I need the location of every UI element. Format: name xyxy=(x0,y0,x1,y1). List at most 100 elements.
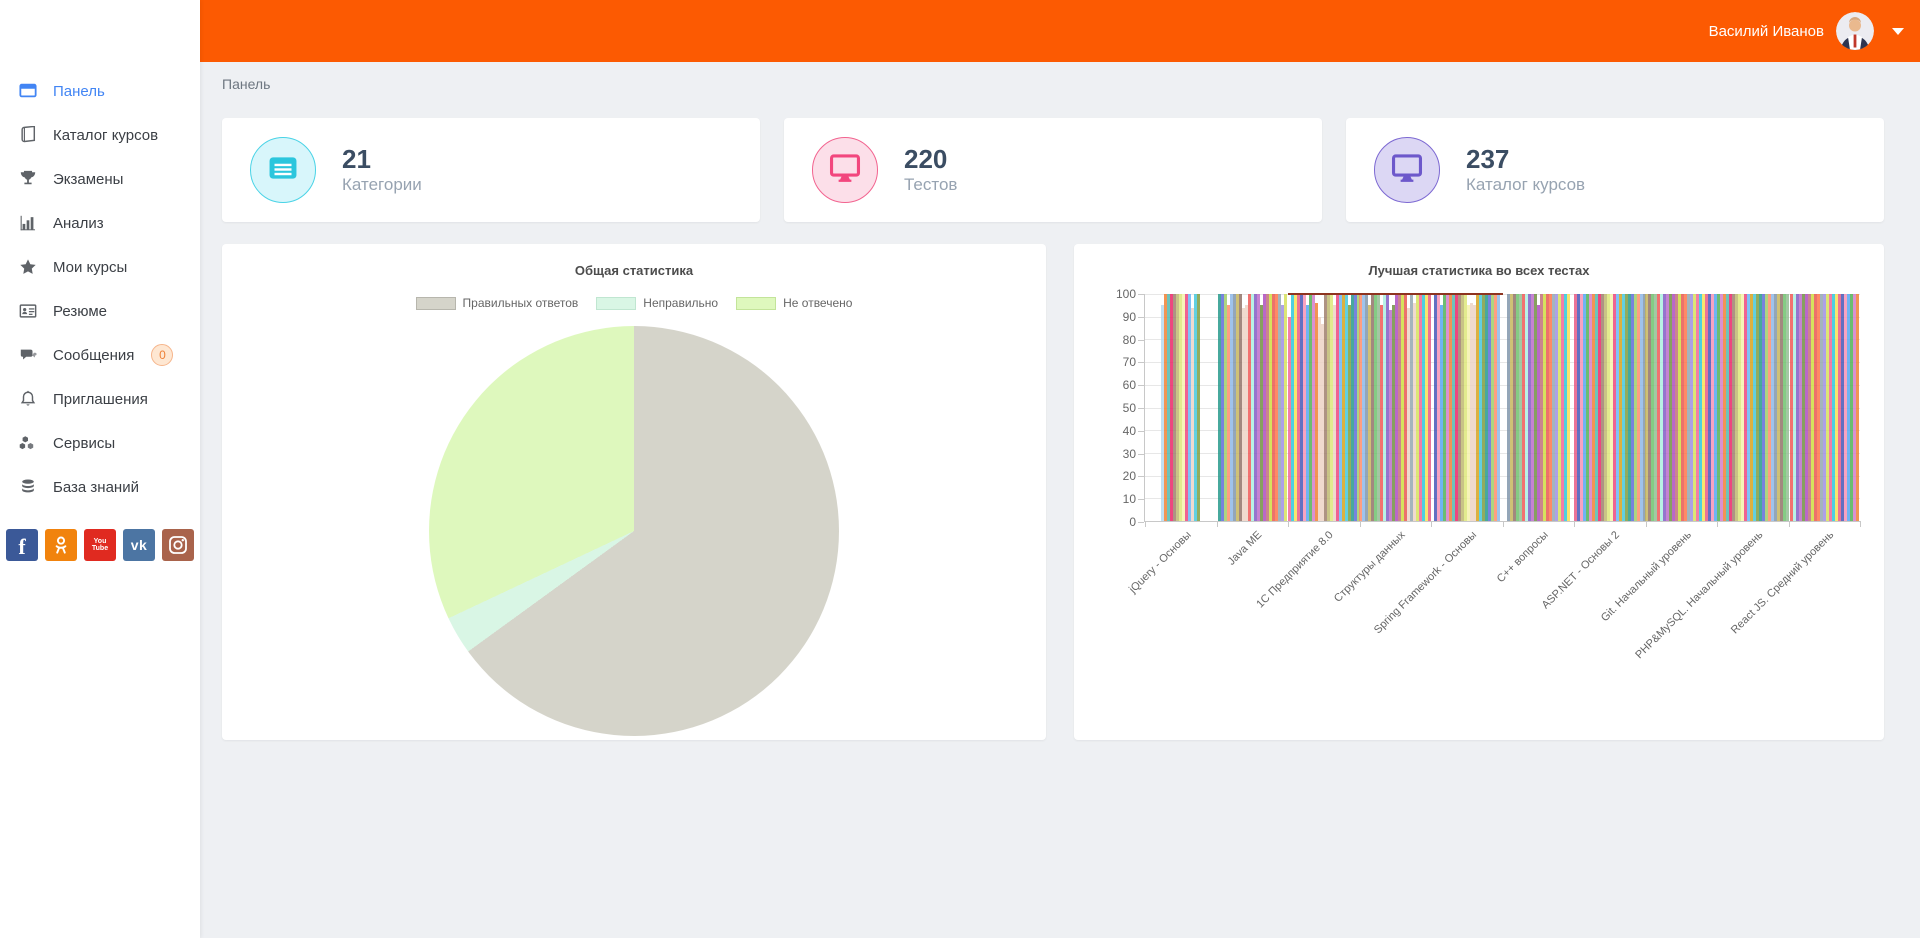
stat-card-2: 237Каталог курсов xyxy=(1346,118,1884,222)
avatar-illustration xyxy=(1836,12,1874,50)
bar[interactable] xyxy=(1856,294,1859,521)
bar-group-2 xyxy=(1288,294,1360,521)
legend-swatch xyxy=(596,297,636,310)
sidebar-item-9[interactable]: База знаний xyxy=(0,465,200,509)
breadcrumb: Панель xyxy=(222,76,270,92)
bar-group-9 xyxy=(1789,294,1861,521)
x-tick-label: 1С Предприятие 8.0 xyxy=(1255,529,1337,611)
pie-chart-card: Общая статистика Правильных ответов Непра… xyxy=(222,244,1046,740)
y-tick-label: 0 xyxy=(1129,515,1136,529)
y-tick-mark xyxy=(1138,522,1144,523)
y-tick-label: 100 xyxy=(1116,287,1136,301)
pie-chart-title: Общая статистика xyxy=(222,244,1046,278)
y-tick-mark xyxy=(1138,499,1144,500)
youtube-icon: YouTube xyxy=(92,538,108,552)
bar[interactable] xyxy=(1497,294,1500,521)
sidebar-item-5[interactable]: Резюме xyxy=(0,289,200,333)
x-tick-mark xyxy=(1860,521,1861,527)
bar-chart-icon xyxy=(18,213,38,233)
stat-cards-row: 21Категории220Тестов237Каталог курсов xyxy=(222,118,1884,222)
facebook-icon: f xyxy=(18,534,25,560)
bar-group-6 xyxy=(1574,294,1646,521)
legend-label: Правильных ответов xyxy=(463,296,579,310)
social-link-odnoklassniki[interactable] xyxy=(45,529,77,561)
sidebar-item-label: База знаний xyxy=(53,479,139,496)
star-icon xyxy=(18,257,38,277)
y-tick-label: 10 xyxy=(1123,492,1136,506)
sidebar-item-3[interactable]: Анализ xyxy=(0,201,200,245)
x-tick-label: jQuery - Основы xyxy=(1127,529,1194,596)
sidebar-item-8[interactable]: Сервисы xyxy=(0,421,200,465)
bar-plot[interactable]: jQuery - ОсновыJava ME1С Предприятие 8.0… xyxy=(1144,294,1860,522)
x-tick-mark xyxy=(1717,521,1718,527)
cubes-icon xyxy=(18,433,38,453)
x-tick-label: PHP&MySQL. Начальный уровень xyxy=(1633,529,1765,661)
social-link-vk[interactable]: vk xyxy=(123,529,155,561)
pie-chart[interactable] xyxy=(429,326,839,736)
pie-legend: Правильных ответов Неправильно Не отвечено xyxy=(222,296,1046,310)
legend-label: Не отвечено xyxy=(783,296,852,310)
x-tick-mark xyxy=(1646,521,1647,527)
y-tick-label: 90 xyxy=(1123,310,1136,324)
sidebar-item-label: Мои курсы xyxy=(53,259,127,276)
sidebar-item-7[interactable]: Приглашения xyxy=(0,377,200,421)
user-avatar[interactable] xyxy=(1836,12,1874,50)
x-tick-label: Java ME xyxy=(1226,529,1265,568)
stat-icon-circle xyxy=(1374,137,1440,203)
monitor-icon xyxy=(828,151,862,190)
y-tick-label: 70 xyxy=(1123,355,1136,369)
y-tick-label: 30 xyxy=(1123,447,1136,461)
social-link-facebook[interactable]: f xyxy=(6,529,38,561)
sidebar-item-label: Приглашения xyxy=(53,391,148,408)
id-card-icon xyxy=(18,301,38,321)
social-link-youtube[interactable]: YouTube xyxy=(84,529,116,561)
charts-row: Общая статистика Правильных ответов Непра… xyxy=(222,244,1884,740)
y-tick-label: 40 xyxy=(1123,424,1136,438)
sidebar-item-4[interactable]: Мои курсы xyxy=(0,245,200,289)
sidebar-item-label: Панель xyxy=(53,83,105,100)
bar-group-8 xyxy=(1717,294,1789,521)
bar-top-cap-line xyxy=(1288,293,1503,295)
sidebar-item-label: Резюме xyxy=(53,303,107,320)
sidebar-item-1[interactable]: Каталог курсов xyxy=(0,113,200,157)
y-tick-mark xyxy=(1138,385,1144,386)
bar[interactable] xyxy=(1284,294,1287,521)
legend-label: Неправильно xyxy=(643,296,718,310)
vk-icon: vk xyxy=(131,537,148,553)
x-tick-mark xyxy=(1288,521,1289,527)
sidebar-item-label: Сообщения xyxy=(53,347,134,364)
top-header: Василий Иванов xyxy=(200,0,1920,62)
list-icon xyxy=(266,151,300,190)
x-tick-mark xyxy=(1217,521,1218,527)
sidebar-item-0[interactable]: Панель xyxy=(0,69,200,113)
chevron-down-icon[interactable] xyxy=(1892,28,1904,35)
bar[interactable] xyxy=(1197,294,1200,521)
bar[interactable] xyxy=(1786,294,1789,521)
y-tick-mark xyxy=(1138,340,1144,341)
bar-y-axis: 0102030405060708090100 xyxy=(1098,294,1136,522)
legend-swatch xyxy=(736,297,776,310)
sidebar-item-6[interactable]: Сообщения0 xyxy=(0,333,200,377)
social-link-instagram[interactable] xyxy=(162,529,194,561)
pie-legend-item-1[interactable]: Неправильно xyxy=(596,296,718,310)
x-tick-label: ASP.NET - Основы 2 xyxy=(1540,529,1622,611)
stat-icon-circle xyxy=(250,137,316,203)
bar-group-3 xyxy=(1360,294,1432,521)
x-tick-mark xyxy=(1145,521,1146,527)
sidebar-item-2[interactable]: Экзамены xyxy=(0,157,200,201)
y-tick-mark xyxy=(1138,431,1144,432)
database-icon xyxy=(18,477,38,497)
main-content: Панель 21Категории220Тестов237Каталог ку… xyxy=(200,62,1920,938)
y-tick-mark xyxy=(1138,408,1144,409)
book-icon xyxy=(18,125,38,145)
pie-legend-item-0[interactable]: Правильных ответов xyxy=(416,296,579,310)
stat-icon-circle xyxy=(812,137,878,203)
trophy-icon xyxy=(18,169,38,189)
stat-card-0: 21Категории xyxy=(222,118,760,222)
x-tick-mark xyxy=(1360,521,1361,527)
stat-card-1: 220Тестов xyxy=(784,118,1322,222)
x-tick-mark xyxy=(1503,521,1504,527)
bar[interactable] xyxy=(1567,294,1570,521)
bar[interactable] xyxy=(1428,294,1431,521)
pie-legend-item-2[interactable]: Не отвечено xyxy=(736,296,852,310)
